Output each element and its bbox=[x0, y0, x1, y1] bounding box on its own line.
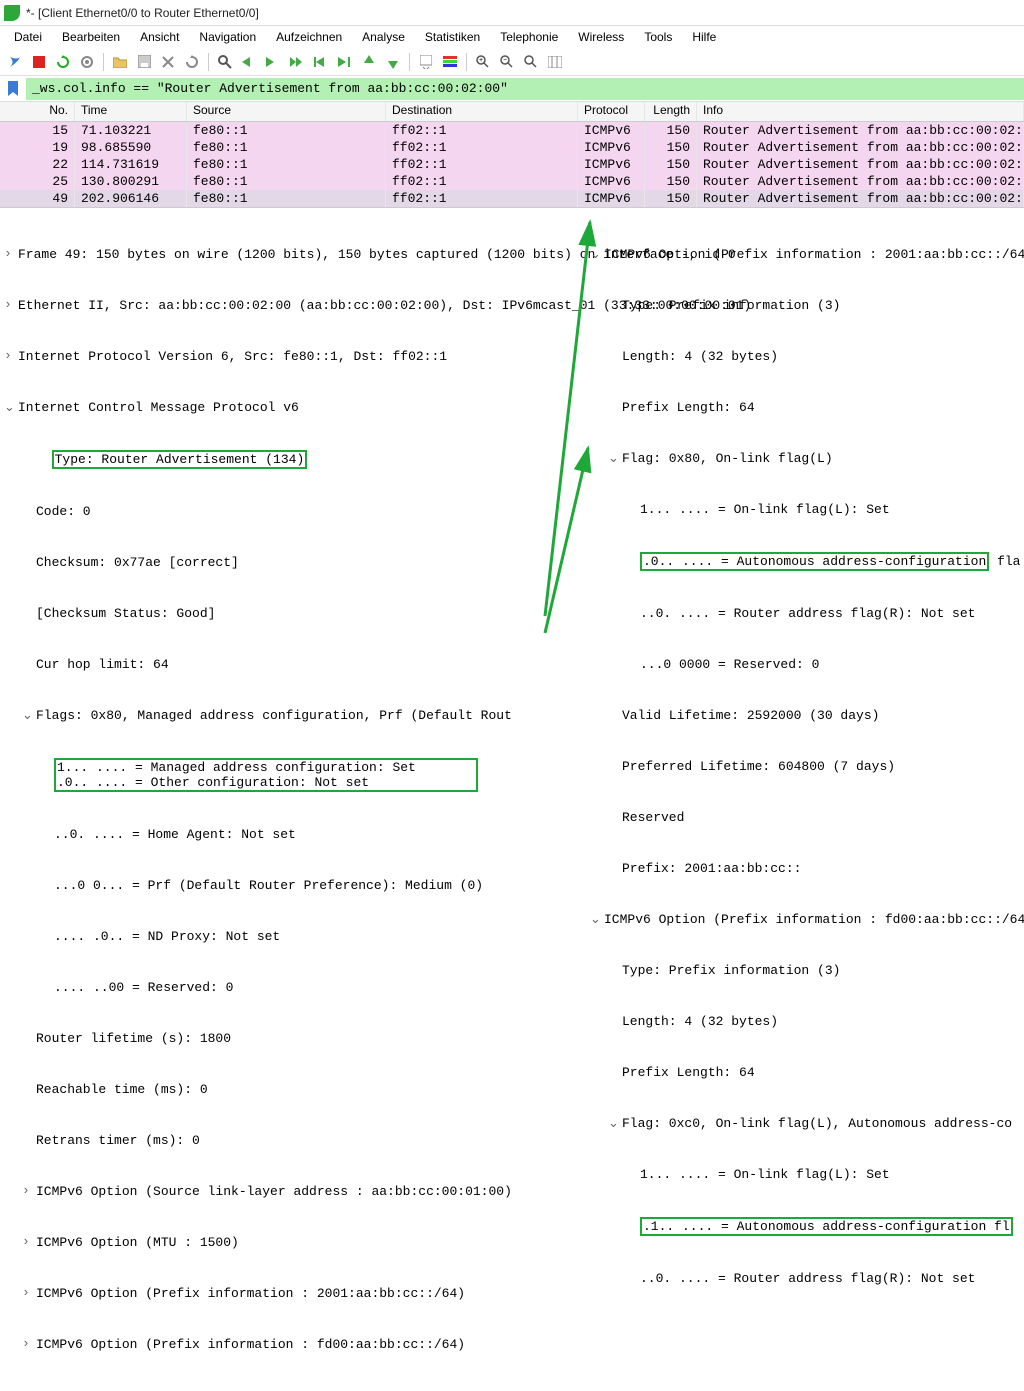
tree-flag-r2[interactable]: Flag: 0xc0, On-link flag(L), Autonomous … bbox=[590, 1115, 1024, 1132]
menu-hilfe[interactable]: Hilfe bbox=[684, 28, 724, 46]
display-filter-input[interactable] bbox=[26, 78, 1024, 100]
menubar: Datei Bearbeiten Ansicht Navigation Aufz… bbox=[0, 26, 1024, 48]
zoom-out-icon[interactable]: − bbox=[496, 51, 518, 73]
colorize-icon[interactable] bbox=[439, 51, 461, 73]
zoom-reset-icon[interactable] bbox=[520, 51, 542, 73]
go-prev-icon[interactable] bbox=[238, 51, 260, 73]
svg-text:−: − bbox=[503, 57, 507, 64]
tree-opt-prefix2-r[interactable]: ICMPv6 Option (Prefix information : fd00… bbox=[590, 911, 1024, 928]
field-preferred-r1[interactable]: Preferred Lifetime: 604800 (7 days) bbox=[590, 758, 1024, 775]
menu-datei[interactable]: Datei bbox=[6, 28, 50, 46]
field-prefixlen-r1[interactable]: Prefix Length: 64 bbox=[590, 399, 1024, 416]
go-last-icon[interactable] bbox=[334, 51, 356, 73]
resize-columns-icon[interactable] bbox=[544, 51, 566, 73]
tree-opt-prefix1-r[interactable]: ICMPv6 Option (Prefix information : 2001… bbox=[590, 246, 1024, 263]
zoom-in-icon[interactable]: + bbox=[472, 51, 494, 73]
flag-onlink-r1[interactable]: 1... .... = On-link flag(L): Set bbox=[590, 501, 1024, 518]
find-icon[interactable] bbox=[214, 51, 236, 73]
flag-router-r1[interactable]: ..0. .... = Router address flag(R): Not … bbox=[590, 605, 1024, 622]
field-retrans-timer[interactable]: Retrans timer (ms): 0 bbox=[4, 1132, 590, 1149]
field-checksum-status[interactable]: [Checksum Status: Good] bbox=[4, 605, 590, 622]
svg-text:+: + bbox=[479, 57, 483, 64]
tree-flag-r1[interactable]: Flag: 0x80, On-link flag(L) bbox=[590, 450, 1024, 467]
col-destination[interactable]: Destination bbox=[386, 102, 578, 121]
field-len-r2[interactable]: Length: 4 (32 bytes) bbox=[590, 1013, 1024, 1030]
menu-telephonie[interactable]: Telephonie bbox=[492, 28, 566, 46]
reload-icon[interactable] bbox=[181, 51, 203, 73]
capture-options-icon[interactable] bbox=[76, 51, 98, 73]
bookmark-icon[interactable] bbox=[3, 79, 23, 99]
packet-list[interactable]: No. Time Source Destination Protocol Len… bbox=[0, 102, 1024, 208]
flag-reserved-r1[interactable]: ...0 0000 = Reserved: 0 bbox=[590, 656, 1024, 673]
field-prefixlen-r2[interactable]: Prefix Length: 64 bbox=[590, 1064, 1024, 1081]
packet-row[interactable]: 25130.800291fe80::1ff02::1ICMPv6150Route… bbox=[0, 173, 1024, 190]
flag-managed[interactable]: 1... .... = Managed address configuratio… bbox=[4, 758, 590, 792]
flag-prf[interactable]: ...0 0... = Prf (Default Router Preferen… bbox=[4, 877, 590, 894]
field-code[interactable]: Code: 0 bbox=[4, 503, 590, 520]
tree-eth[interactable]: Ethernet II, Src: aa:bb:cc:00:02:00 (aa:… bbox=[4, 297, 590, 314]
save-file-icon[interactable] bbox=[133, 51, 155, 73]
field-reserved-r1[interactable]: Reserved bbox=[590, 809, 1024, 826]
flag-nd-proxy[interactable]: .... .0.. = ND Proxy: Not set bbox=[4, 928, 590, 945]
menu-tools[interactable]: Tools bbox=[636, 28, 680, 46]
col-length[interactable]: Length bbox=[645, 102, 697, 121]
toolbar: + − bbox=[0, 48, 1024, 76]
go-down-icon[interactable] bbox=[382, 51, 404, 73]
col-source[interactable]: Source bbox=[187, 102, 386, 121]
col-time[interactable]: Time bbox=[75, 102, 187, 121]
window-title: *- [Client Ethernet0/0 to Router Etherne… bbox=[26, 6, 259, 20]
field-type[interactable]: Type: Router Advertisement (134) bbox=[4, 450, 590, 469]
tree-opt-prefix1[interactable]: ICMPv6 Option (Prefix information : 2001… bbox=[4, 1285, 590, 1302]
packet-row[interactable]: 49202.906146fe80::1ff02::1ICMPv6150Route… bbox=[0, 190, 1024, 207]
autoscroll-icon[interactable] bbox=[415, 51, 437, 73]
tree-opt-prefix2[interactable]: ICMPv6 Option (Prefix information : fd00… bbox=[4, 1336, 590, 1353]
go-first-icon[interactable] bbox=[310, 51, 332, 73]
packet-row[interactable]: 22114.731619fe80::1ff02::1ICMPv6150Route… bbox=[0, 156, 1024, 173]
packet-details[interactable]: Frame 49: 150 bytes on wire (1200 bits),… bbox=[0, 208, 1024, 688]
menu-ansicht[interactable]: Ansicht bbox=[132, 28, 187, 46]
menu-aufzeichnen[interactable]: Aufzeichnen bbox=[268, 28, 350, 46]
field-type-r2[interactable]: Type: Prefix information (3) bbox=[590, 962, 1024, 979]
flag-auto-r1[interactable]: .0.. .... = Autonomous address-configura… bbox=[590, 552, 1024, 571]
field-len-r1[interactable]: Length: 4 (32 bytes) bbox=[590, 348, 1024, 365]
titlebar: *- [Client Ethernet0/0 to Router Etherne… bbox=[0, 0, 1024, 26]
flag-home-agent[interactable]: ..0. .... = Home Agent: Not set bbox=[4, 826, 590, 843]
col-info[interactable]: Info bbox=[697, 102, 1024, 121]
menu-wireless[interactable]: Wireless bbox=[570, 28, 632, 46]
tree-opt-src-ll[interactable]: ICMPv6 Option (Source link-layer address… bbox=[4, 1183, 590, 1200]
close-file-icon[interactable] bbox=[157, 51, 179, 73]
tree-ipv6[interactable]: Internet Protocol Version 6, Src: fe80::… bbox=[4, 348, 590, 365]
field-router-lifetime[interactable]: Router lifetime (s): 1800 bbox=[4, 1030, 590, 1047]
go-up-icon[interactable] bbox=[358, 51, 380, 73]
menu-navigation[interactable]: Navigation bbox=[191, 28, 264, 46]
field-prefix-r1[interactable]: Prefix: 2001:aa:bb:cc:: bbox=[590, 860, 1024, 877]
flag-reserved[interactable]: .... ..00 = Reserved: 0 bbox=[4, 979, 590, 996]
restart-capture-icon[interactable] bbox=[52, 51, 74, 73]
field-reachable-time[interactable]: Reachable time (ms): 0 bbox=[4, 1081, 590, 1098]
jump-icon[interactable] bbox=[286, 51, 308, 73]
wireshark-logo-icon bbox=[4, 5, 20, 21]
start-capture-icon[interactable] bbox=[4, 51, 26, 73]
tree-opt-mtu[interactable]: ICMPv6 Option (MTU : 1500) bbox=[4, 1234, 590, 1251]
menu-statistiken[interactable]: Statistiken bbox=[417, 28, 488, 46]
col-no[interactable]: No. bbox=[0, 102, 75, 121]
stop-capture-icon[interactable] bbox=[28, 51, 50, 73]
field-type-r1[interactable]: Type: Prefix information (3) bbox=[590, 297, 1024, 314]
menu-analyse[interactable]: Analyse bbox=[354, 28, 413, 46]
packet-row[interactable]: 1998.685590fe80::1ff02::1ICMPv6150Router… bbox=[0, 139, 1024, 156]
packet-list-header: No. Time Source Destination Protocol Len… bbox=[0, 102, 1024, 122]
tree-icmpv6[interactable]: Internet Control Message Protocol v6 bbox=[4, 399, 590, 416]
field-checksum[interactable]: Checksum: 0x77ae [correct] bbox=[4, 554, 590, 571]
filter-bar bbox=[0, 76, 1024, 102]
flag-onlink-r2[interactable]: 1... .... = On-link flag(L): Set bbox=[590, 1166, 1024, 1183]
field-hop-limit[interactable]: Cur hop limit: 64 bbox=[4, 656, 590, 673]
flag-router-r2[interactable]: ..0. .... = Router address flag(R): Not … bbox=[590, 1270, 1024, 1287]
menu-bearbeiten[interactable]: Bearbeiten bbox=[54, 28, 128, 46]
packet-row[interactable]: 1571.103221fe80::1ff02::1ICMPv6150Router… bbox=[0, 122, 1024, 139]
open-file-icon[interactable] bbox=[109, 51, 131, 73]
go-next-icon[interactable] bbox=[262, 51, 284, 73]
flag-auto-r2[interactable]: .1.. .... = Autonomous address-configura… bbox=[590, 1217, 1024, 1236]
col-protocol[interactable]: Protocol bbox=[578, 102, 645, 121]
tree-frame[interactable]: Frame 49: 150 bytes on wire (1200 bits),… bbox=[4, 246, 590, 263]
